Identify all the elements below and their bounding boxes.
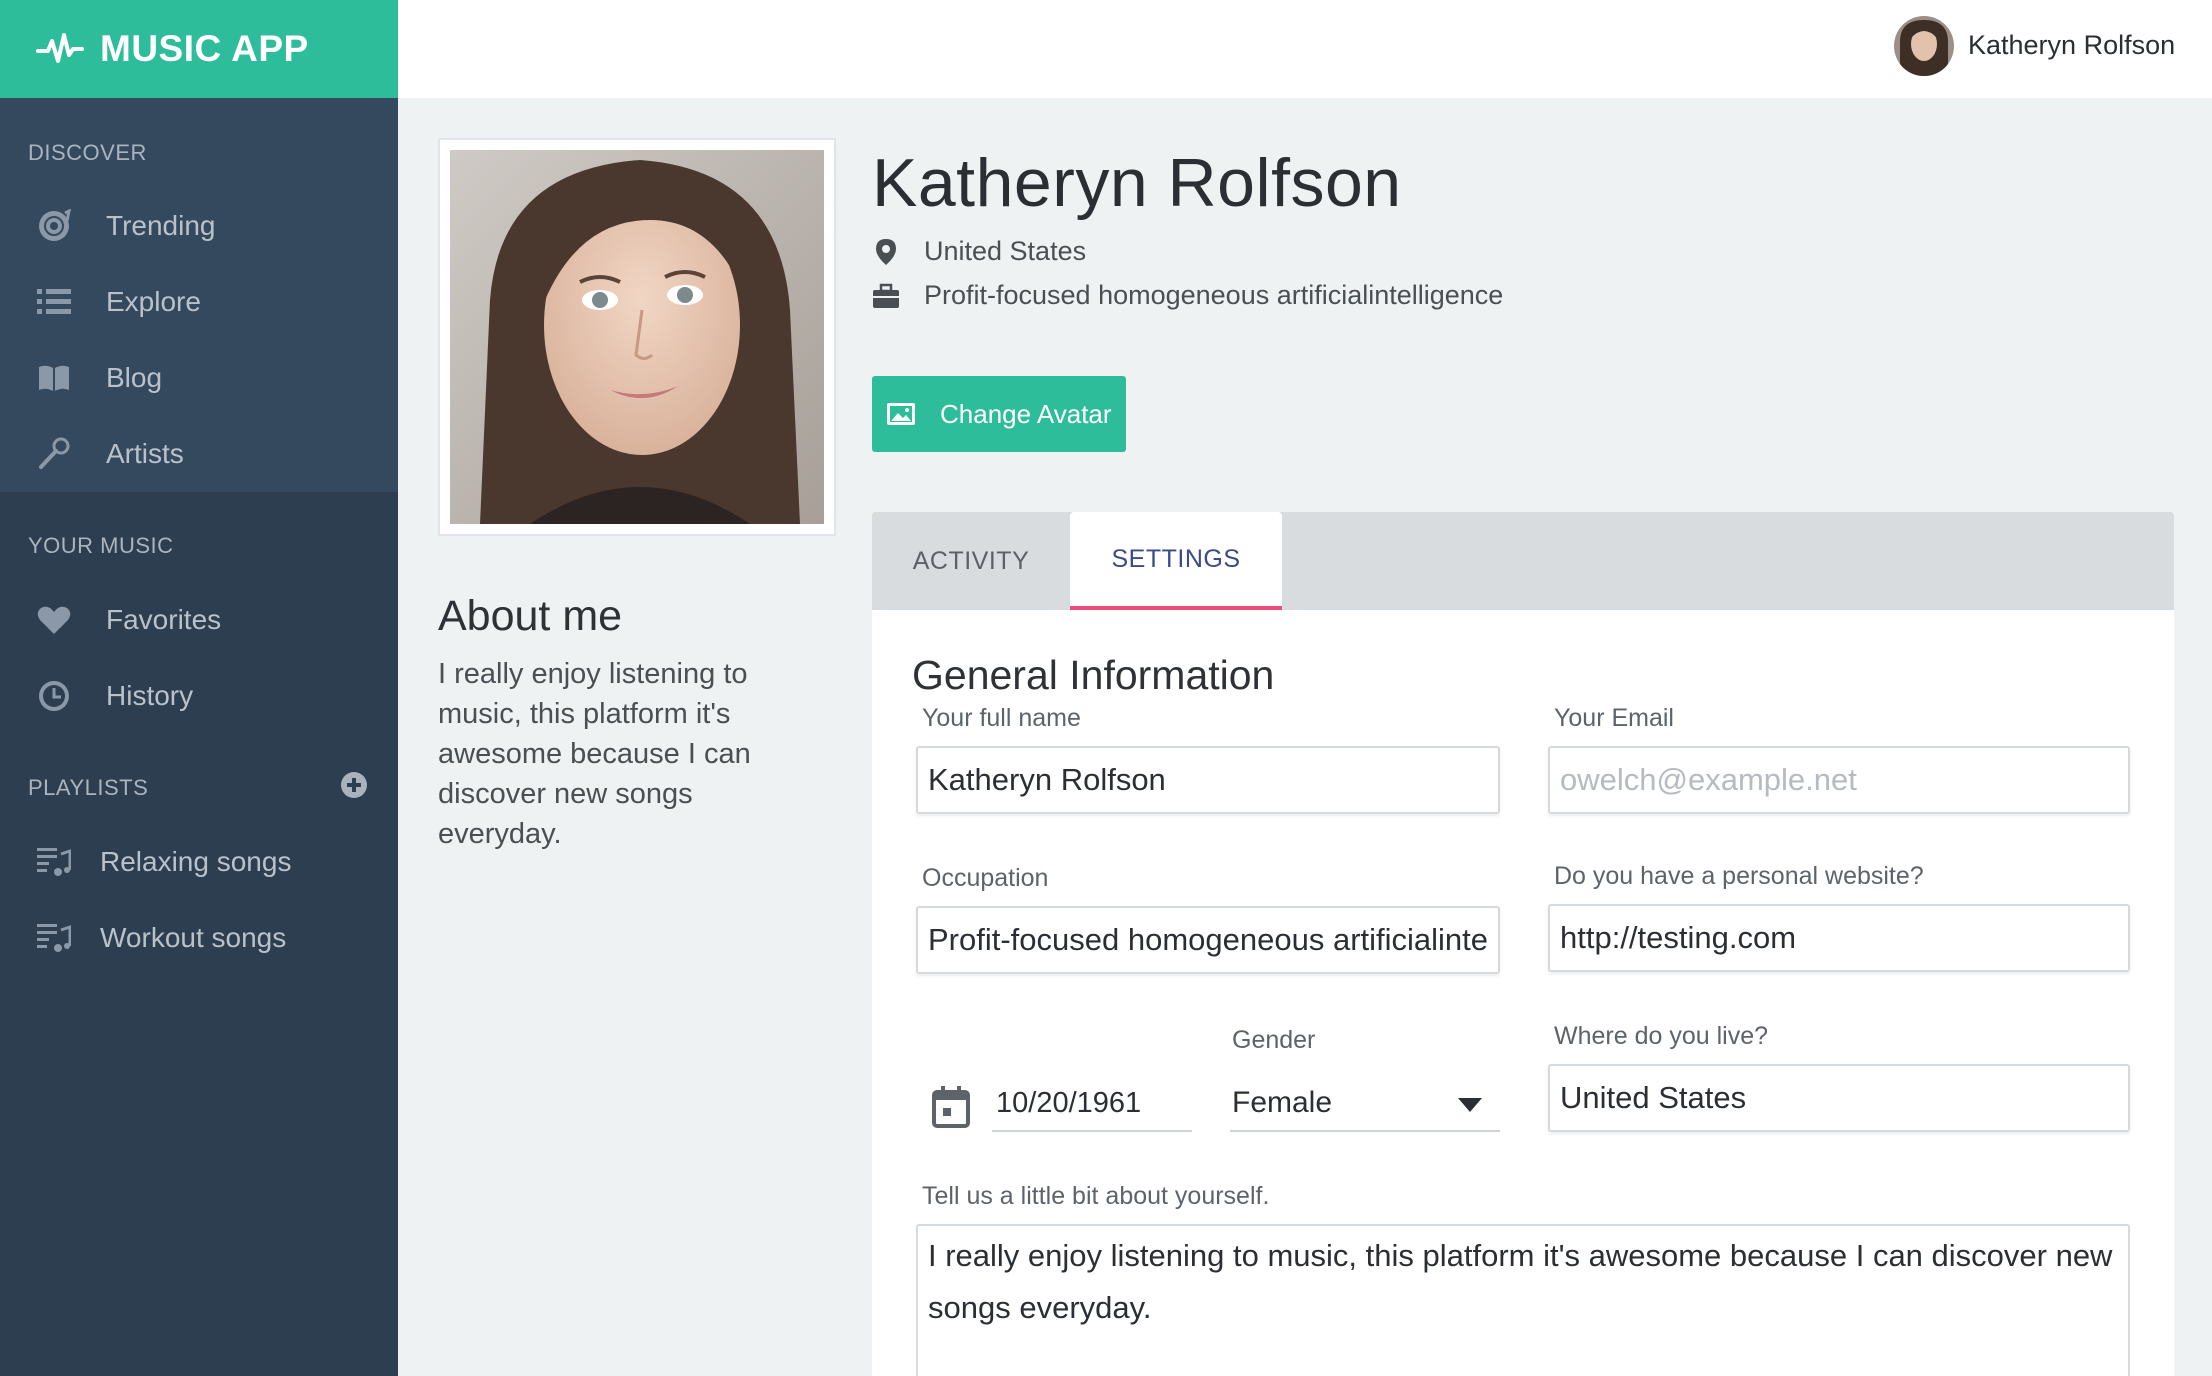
profile-location: United States (924, 236, 1087, 266)
website-label: Do you have a personal website? (1554, 862, 1924, 890)
about-me-title: About me (438, 592, 623, 640)
change-avatar-button[interactable]: Change Avatar (872, 376, 1126, 452)
sidebar-item-label: Favorites (106, 604, 222, 635)
form-title: General Information (912, 652, 1275, 698)
full-name-input[interactable] (916, 746, 1500, 814)
playlist-icon (36, 844, 72, 880)
clock-icon (36, 678, 72, 714)
profile-tabs: ACTIVITY SETTINGS (872, 512, 2174, 610)
list-icon (36, 284, 72, 320)
top-user-name[interactable]: Katheryn Rolfson (1968, 30, 2175, 61)
playlist-icon (36, 920, 72, 956)
sidebar-item-artists[interactable]: Artists (0, 416, 398, 492)
profile-occupation: Profit-focused homogeneous artificialint… (924, 280, 1504, 310)
gender-value: Female (1232, 1086, 1333, 1119)
pulse-logo-icon (36, 33, 84, 63)
sidebar: MUSIC APP DISCOVER Trending Explore Blog… (0, 0, 398, 1376)
bio-textarea[interactable]: I really enjoy listening to music, this … (916, 1224, 2130, 1376)
profile-photo (450, 150, 824, 524)
change-avatar-label: Change Avatar (940, 398, 1112, 429)
occupation-label: Occupation (922, 864, 1049, 892)
sidebar-item-label: History (106, 680, 194, 711)
sidebar-item-explore[interactable]: Explore (0, 264, 398, 340)
brand-name: MUSIC APP (100, 28, 309, 69)
discover-title: DISCOVER (28, 140, 147, 165)
sidebar-item-label: Explore (106, 286, 201, 317)
profile-occupation-row: Profit-focused homogeneous artificialint… (872, 280, 1503, 311)
profile-avatar-frame (438, 138, 836, 536)
sidebar-item-label: Artists (106, 438, 184, 469)
book-icon (36, 360, 72, 396)
image-icon (887, 403, 915, 425)
microphone-icon (36, 436, 72, 472)
brand-bar[interactable]: MUSIC APP (0, 0, 398, 98)
playlists-title: PLAYLISTS (28, 775, 149, 800)
sidebar-item-workout-songs[interactable]: Workout songs (0, 900, 398, 976)
sidebar-item-label: Workout songs (100, 922, 287, 953)
briefcase-icon (873, 283, 899, 308)
profile-name: Katheryn Rolfson (872, 145, 1402, 221)
heart-icon (36, 602, 72, 638)
sidebar-item-blog[interactable]: Blog (0, 340, 398, 416)
tab-activity[interactable]: ACTIVITY (872, 512, 1070, 610)
sidebar-item-label: Blog (106, 362, 163, 393)
about-me-text: I really enjoy listening to music, this … (438, 658, 751, 850)
user-avatar[interactable] (1894, 16, 1954, 76)
full-name-label: Your full name (922, 704, 1081, 732)
disc-icon (36, 208, 72, 244)
add-playlist-icon[interactable] (340, 771, 368, 799)
birthdate-field (916, 1076, 1192, 1132)
occupation-input[interactable] (916, 906, 1500, 974)
gender-label: Gender (1232, 1026, 1316, 1054)
gender-select[interactable]: Female (1230, 1076, 1500, 1132)
profile-location-row: United States (872, 236, 1086, 267)
top-bar: Katheryn Rolfson (398, 0, 2212, 98)
sidebar-item-history[interactable]: History (0, 658, 398, 734)
tab-settings[interactable]: SETTINGS (1070, 512, 1282, 610)
website-input[interactable] (1548, 904, 2130, 972)
email-label: Your Email (1554, 704, 1674, 732)
email-input[interactable] (1548, 746, 2130, 814)
your-music-title: YOUR MUSIC (28, 533, 174, 558)
sidebar-item-label: Relaxing songs (100, 846, 292, 877)
bio-label: Tell us a little bit about yourself. (922, 1182, 1270, 1210)
birthdate-input[interactable] (992, 1076, 1192, 1132)
sidebar-item-favorites[interactable]: Favorites (0, 582, 398, 658)
calendar-icon[interactable] (932, 1086, 970, 1128)
caret-down-icon (1458, 1098, 1482, 1112)
sidebar-item-trending[interactable]: Trending (0, 188, 398, 264)
location-label: Where do you live? (1554, 1022, 1769, 1050)
sidebar-item-relaxing-songs[interactable]: Relaxing songs (0, 824, 398, 900)
location-pin-icon (876, 238, 896, 265)
sidebar-item-label: Trending (106, 210, 216, 241)
location-input[interactable] (1548, 1064, 2130, 1132)
